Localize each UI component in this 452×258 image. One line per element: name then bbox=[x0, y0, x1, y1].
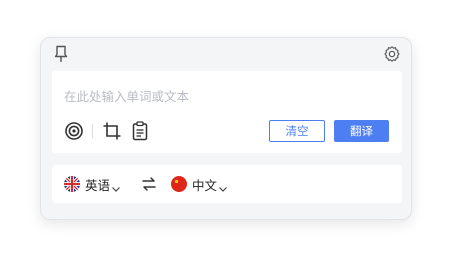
input-card: 清空 翻译 bbox=[52, 71, 402, 153]
chevron-down-icon bbox=[218, 179, 228, 192]
swap-icon[interactable] bbox=[141, 176, 157, 192]
target-language-label: 中文 bbox=[192, 177, 218, 193]
clipboard-icon[interactable] bbox=[132, 121, 148, 141]
clear-button[interactable]: 清空 bbox=[269, 120, 325, 142]
china-flag-icon bbox=[171, 176, 187, 192]
chevron-down-icon bbox=[111, 179, 121, 192]
toolbar-divider bbox=[92, 124, 93, 138]
uk-flag-icon bbox=[64, 176, 80, 192]
source-language-select[interactable]: 英语 bbox=[64, 175, 121, 193]
translator-panel: 清空 翻译 英语 bbox=[40, 37, 412, 220]
gear-icon[interactable] bbox=[383, 45, 401, 63]
source-language-label: 英语 bbox=[85, 177, 111, 193]
text-input[interactable] bbox=[52, 71, 402, 109]
title-bar bbox=[41, 38, 411, 70]
target-language-select[interactable]: 中文 bbox=[171, 175, 228, 193]
crop-icon[interactable] bbox=[102, 121, 122, 141]
translate-button[interactable]: 翻译 bbox=[334, 120, 389, 142]
language-bar: 英语 中文 bbox=[52, 165, 402, 203]
pin-icon[interactable] bbox=[54, 45, 68, 63]
target-icon[interactable] bbox=[64, 121, 84, 141]
